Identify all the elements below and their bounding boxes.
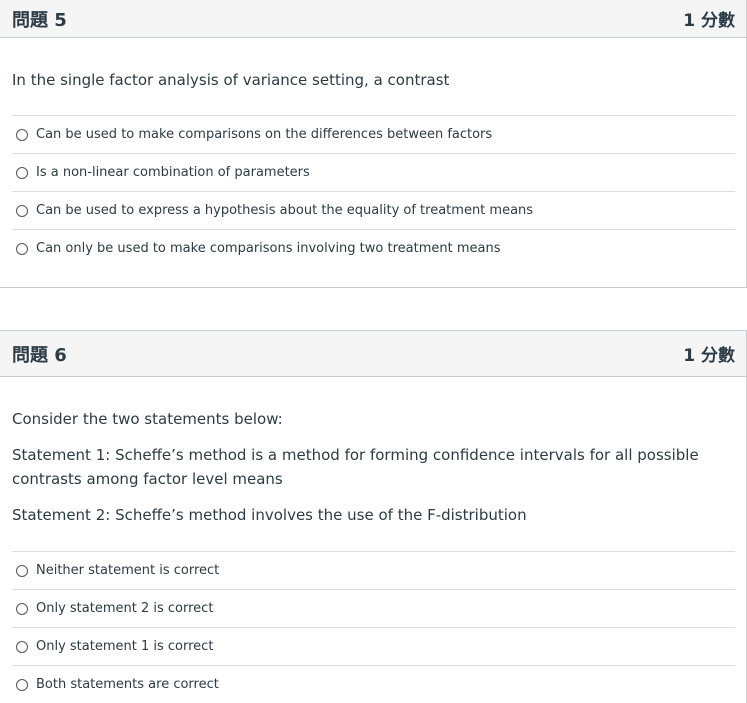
radio-button[interactable]: [16, 128, 28, 141]
answer-list: Can be used to make comparisons on the d…: [12, 115, 735, 267]
answer-label: Only statement 1 is correct: [36, 639, 214, 654]
question-title: 問題 5: [12, 9, 67, 31]
answer-label: Neither statement is correct: [36, 563, 220, 578]
question-points: 1 分數: [683, 11, 735, 31]
question-paragraph: Statement 2: Scheffe’s method involves t…: [12, 506, 527, 524]
answer-option[interactable]: Only statement 2 is correct: [12, 590, 735, 628]
question-points: 1 分數: [683, 346, 735, 366]
radio-button[interactable]: [16, 204, 28, 217]
answer-option[interactable]: Both statements are correct: [12, 666, 735, 703]
answer-label: Can be used to express a hypothesis abou…: [36, 203, 534, 218]
radio-button[interactable]: [16, 242, 28, 255]
question-spacer: [0, 288, 747, 330]
question-header: 問題 5 1 分數: [0, 0, 746, 38]
question-title: 問題 6: [12, 344, 67, 366]
question-prompt: In the single factor analysis of varianc…: [12, 71, 450, 89]
answer-option[interactable]: Can be used to make comparisons on the d…: [12, 116, 735, 154]
question-text: In the single factor analysis of varianc…: [12, 38, 735, 115]
answer-label: Both statements are correct: [36, 677, 219, 692]
question-5: 問題 5 1 分數 In the single factor analysis …: [0, 0, 747, 288]
question-6: 問題 6 1 分數 Consider the two statements be…: [0, 330, 747, 703]
answer-list: Neither statement is correct Only statem…: [12, 551, 735, 703]
answer-option[interactable]: Neither statement is correct: [12, 552, 735, 590]
answer-option[interactable]: Only statement 1 is correct: [12, 628, 735, 666]
radio-button[interactable]: [16, 640, 28, 653]
answer-option[interactable]: Can be used to express a hypothesis abou…: [12, 192, 735, 230]
answer-option[interactable]: Is a non-linear combination of parameter…: [12, 154, 735, 192]
question-header: 問題 6 1 分數: [0, 330, 746, 377]
answer-label: Is a non-linear combination of parameter…: [36, 165, 310, 180]
question-text: Consider the two statements below: State…: [12, 377, 735, 551]
answer-option[interactable]: Can only be used to make comparisons inv…: [12, 230, 735, 267]
question-paragraph: Statement 1: Scheffe’s method is a metho…: [12, 446, 699, 488]
radio-button[interactable]: [16, 678, 28, 691]
radio-button[interactable]: [16, 166, 28, 179]
radio-button[interactable]: [16, 602, 28, 615]
answer-label: Can only be used to make comparisons inv…: [36, 241, 501, 256]
question-paragraph: Consider the two statements below:: [12, 410, 283, 428]
radio-button[interactable]: [16, 564, 28, 577]
answer-label: Only statement 2 is correct: [36, 601, 214, 616]
answer-label: Can be used to make comparisons on the d…: [36, 127, 493, 142]
question-body: Consider the two statements below: State…: [0, 377, 746, 703]
question-body: In the single factor analysis of varianc…: [0, 38, 746, 267]
